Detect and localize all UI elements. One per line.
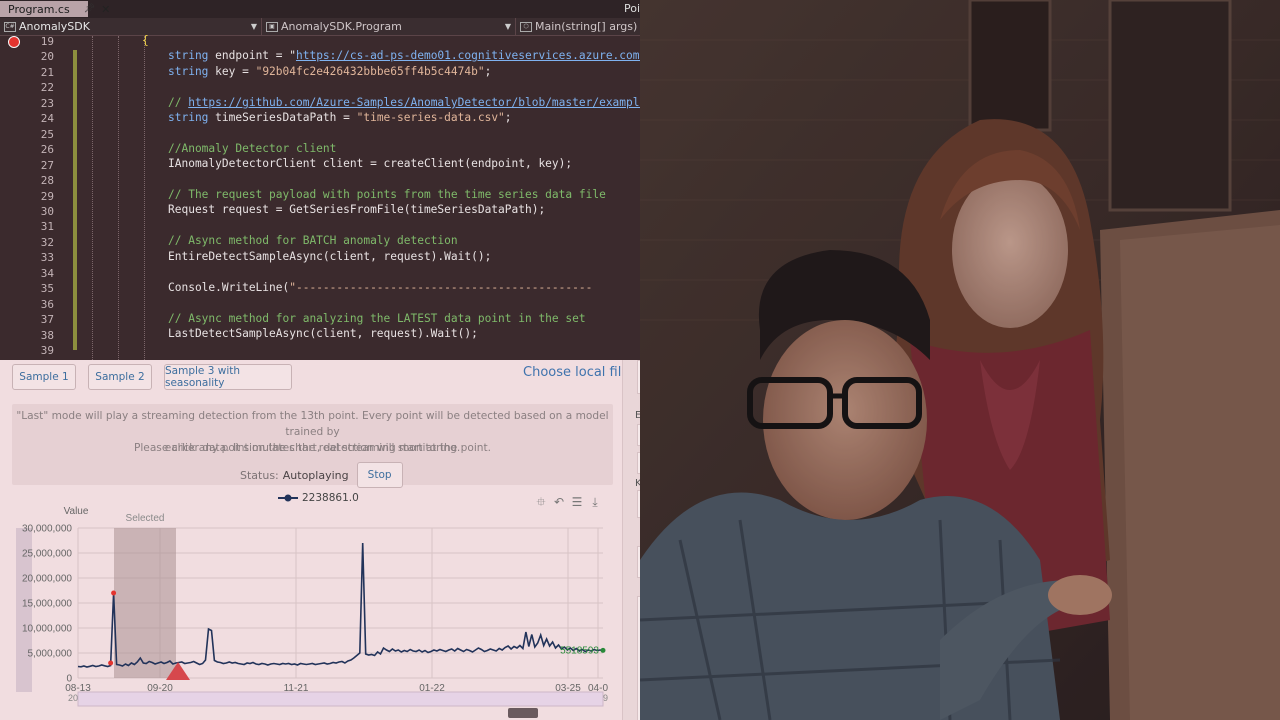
- code-line-35[interactable]: Console.WriteLine("---------------------…: [168, 281, 592, 294]
- line-number: 31: [40, 220, 54, 234]
- anomaly-chart[interactable]: 30,000,000 25,000,000 20,000,000 15,000,000…: [0, 500, 620, 720]
- code-line-37[interactable]: // Async method for analyzing the LATEST…: [168, 312, 586, 325]
- line-number: 20: [40, 50, 54, 64]
- last-point: [600, 647, 606, 653]
- code-line-29[interactable]: // The request payload with points from …: [168, 188, 606, 201]
- sample-1-button[interactable]: Sample 1: [12, 364, 76, 390]
- line-number: 38: [40, 328, 54, 342]
- method-name: Main(string[] args): [535, 20, 638, 33]
- info-instruction: Please click any point on the chart, det…: [133, 442, 492, 454]
- right-side-panel: E K: [622, 360, 640, 720]
- line-number: 34: [40, 266, 54, 280]
- chevron-down-icon: ▼: [250, 22, 257, 31]
- anomaly-demo-panel: Sample 1 Sample 2 Sample 3 with seasonal…: [0, 360, 640, 720]
- line-number: 27: [40, 158, 54, 172]
- y-tick-label: 5,000,000: [28, 649, 73, 660]
- sample-3-button[interactable]: Sample 3 with seasonality: [164, 364, 292, 390]
- method-icon: ⬡: [520, 21, 532, 32]
- status-value: Autoplaying: [282, 468, 349, 482]
- line-number: 32: [40, 235, 54, 249]
- tab-bar: Program.cs 📌︎ ✕ Poi: [0, 0, 640, 18]
- line-number: 35: [40, 282, 54, 296]
- indent-guide: [144, 36, 145, 360]
- y-tick-label: 25,000,000: [22, 549, 72, 560]
- selected-range: [114, 528, 176, 678]
- line-number: 22: [40, 81, 54, 95]
- selected-label: Selected: [126, 513, 165, 524]
- close-icon[interactable]: ✕: [101, 3, 110, 16]
- code-line-32[interactable]: // Async method for BATCH anomaly detect…: [168, 234, 458, 247]
- y-tick-label: 15,000,000: [22, 599, 72, 610]
- line-number: 21: [40, 65, 54, 79]
- pin-icon[interactable]: 📌︎: [84, 4, 95, 14]
- code-line-30[interactable]: Request request = GetSeriesFromFile(time…: [168, 203, 545, 216]
- code-line-27[interactable]: IAnomalyDetectorClient client = createCl…: [168, 157, 572, 170]
- csharp-icon: C#: [4, 21, 16, 32]
- line-number: 29: [40, 189, 54, 203]
- info-box: "Last" mode will play a streaming detect…: [12, 404, 613, 488]
- tab-label: Program.cs: [8, 2, 70, 16]
- y-axis-label: Value: [64, 506, 89, 517]
- code-line-21[interactable]: string key = "92b04fc2e426432bbbe65ff4b5…: [168, 65, 491, 78]
- presenters-photo: [640, 0, 1280, 720]
- status-label: Status:: [240, 468, 279, 482]
- code-line-20[interactable]: string endpoint = "https://cs-ad-ps-demo…: [168, 49, 640, 62]
- line-number: 30: [40, 204, 54, 218]
- line-number: 23: [40, 96, 54, 110]
- y-tick-label: 20,000,000: [22, 574, 72, 585]
- tab-right-fragment[interactable]: Poi: [624, 2, 640, 15]
- line-number: 36: [40, 297, 54, 311]
- code-line-24[interactable]: string timeSeriesDataPath = "time-series…: [168, 111, 512, 124]
- code-line-23[interactable]: // https://github.com/Azure-Samples/Anom…: [168, 96, 640, 109]
- line-number: 24: [40, 112, 54, 126]
- slider-handle: [508, 708, 538, 718]
- choose-local-file-link[interactable]: Choose local file: [523, 365, 629, 380]
- x-range-slider: [77, 691, 604, 707]
- line-number: 26: [40, 143, 54, 157]
- stop-button[interactable]: Stop: [356, 462, 403, 488]
- y-tick-label: 30,000,000: [22, 524, 72, 535]
- anomaly-point: [108, 660, 114, 666]
- chevron-down-icon: ▼: [504, 22, 511, 31]
- y-tick-label: 10,000,000: [22, 624, 72, 635]
- indent-guide: [92, 36, 93, 360]
- last-point-label: 5518593: [560, 645, 599, 656]
- change-indicator: [73, 50, 77, 350]
- class-icon: ▣: [266, 21, 278, 32]
- code-line-38[interactable]: LastDetectSampleAsync(client, request).W…: [168, 327, 478, 340]
- code-line-26[interactable]: //Anomaly Detector client: [168, 142, 336, 155]
- code-editor[interactable]: Program.cs 📌︎ ✕ Poi C# AnomalySDK ▼ ▣ An…: [0, 0, 640, 360]
- sample-2-button[interactable]: Sample 2: [88, 364, 152, 390]
- code-line-19[interactable]: {: [142, 34, 149, 47]
- code-line-33[interactable]: EntireDetectSampleAsync(client, request)…: [168, 250, 491, 263]
- indent-guide: [118, 36, 119, 360]
- method-dropdown[interactable]: ⬡ Main(string[] args): [516, 18, 640, 35]
- status-row: Status: Autoplaying Stop: [240, 462, 403, 488]
- anomaly-point: [111, 590, 117, 596]
- navigation-bar: C# AnomalySDK ▼ ▣ AnomalySDK.Program ▼ ⬡…: [0, 18, 640, 36]
- project-name: AnomalySDK: [19, 20, 90, 33]
- tab-program-cs[interactable]: Program.cs 📌︎ ✕: [0, 1, 110, 17]
- line-number: 39: [40, 344, 54, 357]
- class-dropdown[interactable]: ▣ AnomalySDK.Program ▼: [262, 18, 516, 35]
- line-number: 25: [40, 127, 54, 141]
- project-dropdown[interactable]: C# AnomalySDK ▼: [0, 18, 262, 35]
- class-name: AnomalySDK.Program: [281, 20, 402, 33]
- line-number: 28: [40, 174, 54, 188]
- line-number: 37: [40, 313, 54, 327]
- line-number: 19: [40, 35, 54, 48]
- line-number: 33: [40, 251, 54, 265]
- breakpoint-icon[interactable]: [8, 36, 20, 48]
